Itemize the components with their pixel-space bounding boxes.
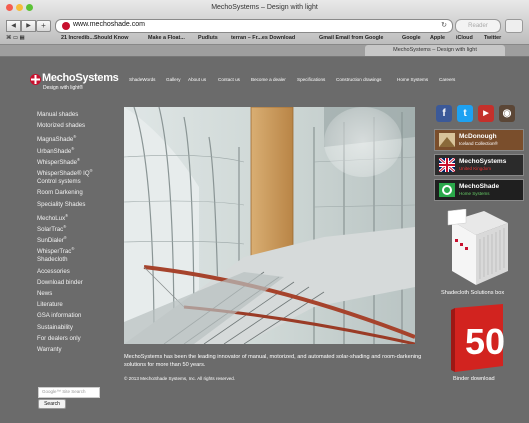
binder-number: 50: [465, 321, 505, 362]
facebook-icon[interactable]: f: [436, 105, 452, 122]
forward-button[interactable]: ▶: [21, 20, 36, 32]
promo-title: McDonough: [459, 133, 497, 140]
promo-subtitle: United Kingdom: [459, 166, 492, 171]
back-forward-buttons: ◀ ▶: [6, 20, 36, 32]
instagram-icon[interactable]: ◉: [499, 105, 515, 122]
browser-toolbar: MechoSystems – Design with light ◀ ▶ + w…: [0, 0, 529, 45]
nav-specifications[interactable]: Specifications: [297, 77, 325, 82]
side-nav-item[interactable]: Motorized shades: [37, 120, 122, 131]
bookmark-item[interactable]: Apple: [430, 35, 445, 41]
nav-become-a-dealer[interactable]: Become a dealer: [251, 77, 286, 82]
new-tab-button[interactable]: +: [36, 20, 51, 32]
page-content: MechoSystems Design with light® ShadeWor…: [0, 57, 529, 423]
bookmark-item[interactable]: Twitter: [484, 35, 501, 41]
bookmarks-book-icon[interactable]: ⌘ ▭ ▦: [6, 35, 25, 41]
search-button[interactable]: Search: [38, 399, 66, 409]
tab-mechosystems[interactable]: MechoSystems – Design with light: [365, 45, 505, 56]
back-button[interactable]: ◀: [6, 20, 21, 32]
search-placeholder: Google™ Site Search: [42, 389, 86, 394]
side-nav-item[interactable]: MechoLux®: [37, 210, 122, 222]
binder-image[interactable]: 50: [451, 304, 507, 372]
promo-title: MechoSystems: [459, 158, 507, 165]
youtube-icon[interactable]: ▶: [478, 105, 494, 122]
side-nav-item[interactable]: Shadecloth: [37, 254, 122, 265]
side-nav-item[interactable]: GSA information: [37, 310, 122, 321]
side-nav-item[interactable]: Speciality Shades: [37, 199, 122, 210]
promo-mechosystems-uk[interactable]: MechoSystems United Kingdom: [434, 154, 524, 176]
bookmark-item[interactable]: iCloud: [456, 35, 473, 41]
downloads-button[interactable]: [505, 19, 523, 33]
side-nav-item[interactable]: UrbanShade®: [37, 143, 122, 155]
site-favicon-icon: [62, 22, 70, 30]
side-nav-item[interactable]: SunDialer®: [37, 232, 122, 244]
site-logo[interactable]: MechoSystems Design with light®: [30, 72, 120, 92]
side-nav-item[interactable]: WhisperShade® IQ®: [37, 165, 122, 177]
side-nav-item[interactable]: Literature: [37, 299, 122, 310]
side-nav-item[interactable]: For dealers only: [37, 333, 122, 344]
site-tagline: MechoSystems has been the leading innova…: [124, 354, 422, 368]
copyright-text: © 2013 MechoShade Systems, Inc. All righ…: [124, 376, 236, 381]
side-nav-item[interactable]: Sustainability: [37, 322, 122, 333]
promo-subtitle: Home Systems: [459, 191, 490, 196]
bookmark-item[interactable]: Make a Float...: [148, 35, 185, 41]
nav-contact-us[interactable]: Contact us: [218, 77, 240, 82]
uk-flag-icon: [439, 158, 455, 172]
side-nav: Manual shades Motorized shades MagnaShad…: [37, 109, 122, 355]
address-bar[interactable]: www.mechoshade.com ↻: [55, 19, 453, 33]
nav-about-us[interactable]: About us: [188, 77, 206, 82]
side-nav-item[interactable]: Control systems: [37, 176, 122, 187]
twitter-icon[interactable]: t: [457, 105, 473, 122]
reader-button[interactable]: Reader: [455, 19, 501, 33]
bookmark-item[interactable]: terran – Fr...es Download: [231, 35, 295, 41]
side-nav-item[interactable]: SolarTrac®: [37, 221, 122, 233]
side-nav-item[interactable]: News: [37, 288, 122, 299]
side-nav-item[interactable]: WhisperTrac®: [37, 243, 122, 255]
bookmark-item[interactable]: Pudluts: [198, 35, 218, 41]
logo-tagline: Design with light®: [43, 85, 84, 91]
side-nav-item[interactable]: Warranty: [37, 344, 122, 355]
side-nav-item[interactable]: WhisperShade®: [37, 154, 122, 166]
bookmark-item[interactable]: Gmail Email from Google: [319, 35, 383, 41]
binder-download-caption[interactable]: Binder download: [453, 376, 495, 382]
reload-icon[interactable]: ↻: [441, 21, 447, 29]
promo-title: MechoShade: [459, 183, 500, 190]
mecho-logo-icon: [30, 74, 41, 85]
bookmark-item[interactable]: 21 Incredib...Should Know: [61, 35, 128, 41]
side-nav-item[interactable]: Download binder: [37, 277, 122, 288]
site-search-input[interactable]: Google™ Site Search: [38, 387, 100, 398]
promo-mechoshade-home[interactable]: MechoShade Home Systems: [434, 179, 524, 201]
nav-shadewords[interactable]: ShadeWords: [129, 77, 155, 82]
nav-careers[interactable]: Careers: [439, 77, 455, 82]
url-text: www.mechoshade.com: [73, 21, 145, 28]
nav-home-systems[interactable]: Home Systems: [397, 77, 428, 82]
home-systems-icon: [439, 183, 455, 197]
social-links: f t ▶ ◉: [436, 105, 515, 122]
window-title: MechoSystems – Design with light: [211, 4, 318, 11]
logo-name: MechoSystems: [42, 72, 119, 84]
shadecloth-box-image[interactable]: [446, 209, 510, 287]
tab-strip: MechoSystems – Design with light: [0, 45, 529, 57]
bookmarks-bar: ⌘ ▭ ▦ 21 Incredib...Should Know Make a F…: [0, 33, 529, 44]
side-nav-item[interactable]: Room Darkening: [37, 187, 122, 198]
bookmark-item[interactable]: Google: [402, 35, 421, 41]
promo-subtitle: Iceland Collection®: [459, 141, 498, 146]
promo-mcdonough[interactable]: McDonough Iceland Collection®: [434, 129, 524, 151]
nav-gallery[interactable]: Gallery: [166, 77, 181, 82]
shadecloth-caption[interactable]: Shadecloth Solutions box: [441, 290, 504, 296]
side-nav-item[interactable]: Manual shades: [37, 109, 122, 120]
side-nav-item[interactable]: MagnaShade®: [37, 131, 122, 143]
side-nav-item[interactable]: Accessories: [37, 266, 122, 277]
browser-window: MechoSystems – Design with light ◀ ▶ + w…: [0, 0, 529, 423]
iceland-collection-icon: [439, 133, 455, 147]
nav-construction-drawings[interactable]: Construction drawings: [336, 77, 381, 82]
hero-staircase-image: [124, 107, 415, 344]
